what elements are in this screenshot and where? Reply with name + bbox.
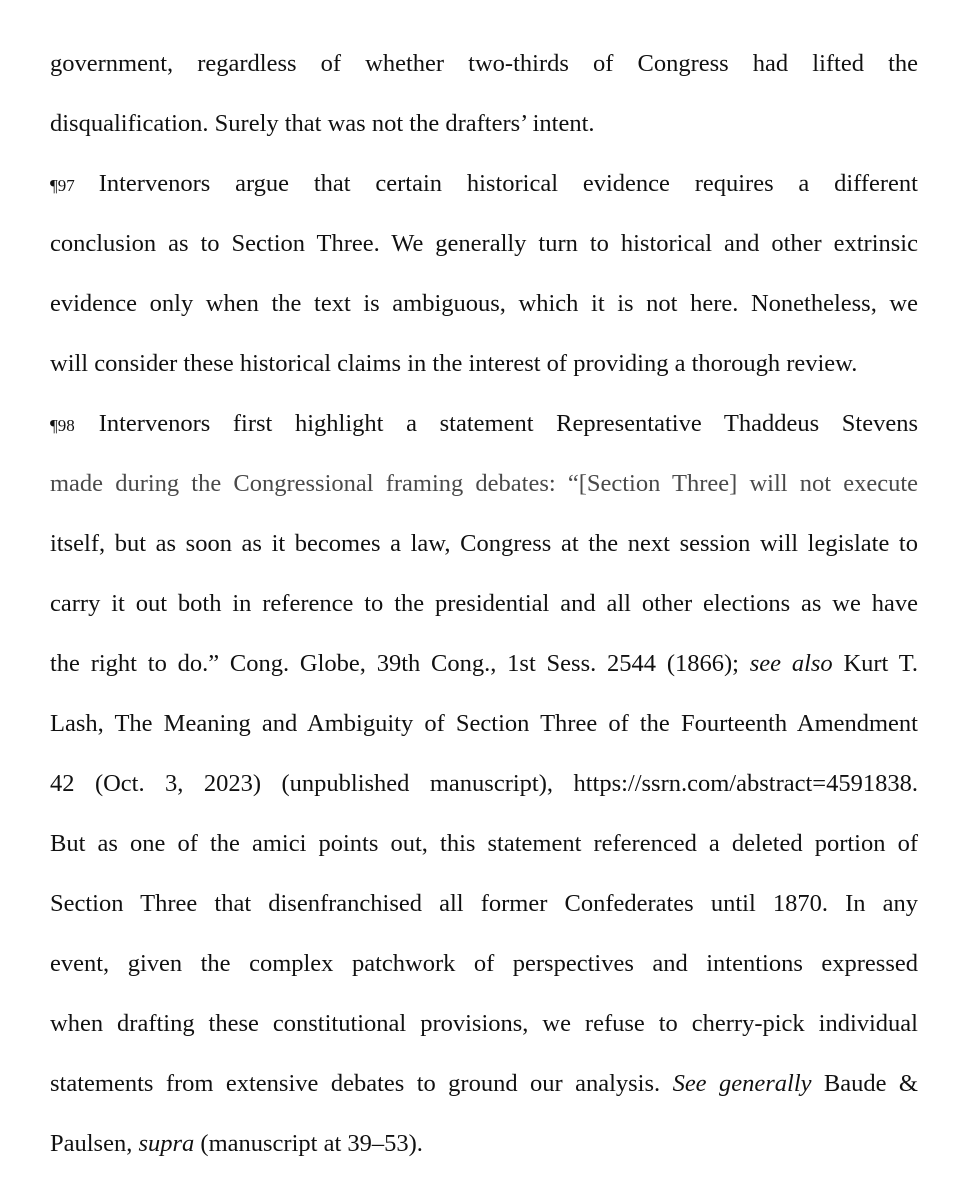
text-line: Lash, The Meaning and Ambiguity of Secti… [50, 704, 918, 764]
text-line: when drafting these constitutional provi… [50, 1004, 918, 1064]
text-line: will consider these historical claims in… [50, 344, 918, 404]
text-line: 42 (Oct. 3, 2023) (unpublished manuscrip… [50, 764, 918, 824]
text-line: But as one of the amici points out, this… [50, 824, 918, 884]
text-line: Section Three that disenfranchised all f… [50, 884, 918, 944]
text-line: government, regardless of whether two-th… [50, 44, 918, 104]
paragraph-text: statements from extensive debates to gro… [50, 1070, 673, 1097]
text-line: carry it out both in reference to the pr… [50, 584, 918, 644]
citation-signal: see also [749, 650, 833, 677]
paragraph-number: ¶98 [50, 416, 75, 435]
paragraph-text: conclusion as to Section Three. We gener… [50, 230, 918, 257]
citation-author: Baude & [811, 1070, 918, 1097]
citation-line: statements from extensive debates to gro… [50, 1064, 918, 1124]
quotation-text: made during the Congressional framing de… [50, 470, 918, 497]
paragraph-text: when drafting these constitutional provi… [50, 1010, 918, 1037]
citation-line: Paulsen, supra (manuscript at 39–53). [50, 1124, 918, 1184]
paragraph-text: But as one of the amici points out, this… [50, 830, 918, 857]
citation-signal: supra [138, 1130, 195, 1157]
continuation-line-1: government, regardless of whether two-th… [50, 50, 918, 77]
text-line: made during the Congressional framing de… [50, 464, 918, 524]
paragraph-97-first-line: ¶97 Intervenors argue that certain histor… [50, 164, 918, 224]
paragraph-98-first-line: ¶98 Intervenors first highlight a stateme… [50, 404, 918, 464]
quotation-text: carry it out both in reference to the pr… [50, 590, 918, 617]
document-page: government, regardless of whether two-th… [50, 44, 918, 1184]
paragraph-text: will consider these historical claims in… [50, 350, 858, 377]
text-line: evidence only when the text is ambiguous… [50, 284, 918, 344]
citation-signal: See generally [672, 1070, 812, 1097]
paragraph-text: evidence only when the text is ambiguous… [50, 290, 918, 317]
citation-author: Kurt T. [832, 650, 918, 677]
citation-author: Paulsen, [50, 1130, 139, 1157]
citation-line: the right to do.” Cong. Globe, 39th Cong… [50, 644, 918, 704]
continuation-line-2: disqualification. Surely that was not th… [50, 110, 595, 137]
citation-pages: (manuscript at 39–53). [194, 1130, 423, 1157]
text-line: itself, but as soon as it becomes a law,… [50, 524, 918, 584]
paragraph-text: Section Three that disenfranchised all f… [50, 890, 918, 917]
text-line: conclusion as to Section Three. We gener… [50, 224, 918, 284]
quotation-text: itself, but as soon as it becomes a law,… [50, 530, 918, 557]
text-line: event, given the complex patchwork of pe… [50, 944, 918, 1004]
paragraph-number: ¶97 [50, 176, 75, 195]
paragraph-text: Intervenors argue that certain historica… [98, 170, 918, 197]
citation-text: the right to do.” Cong. Globe, 39th Cong… [50, 650, 750, 677]
text-line: disqualification. Surely that was not th… [50, 104, 918, 164]
citation-title: Lash, The Meaning and Ambiguity of Secti… [50, 710, 918, 737]
citation-url: 42 (Oct. 3, 2023) (unpublished manuscrip… [50, 770, 918, 797]
paragraph-text: event, given the complex patchwork of pe… [50, 950, 918, 977]
paragraph-text: Intervenors first highlight a statement … [98, 410, 918, 437]
